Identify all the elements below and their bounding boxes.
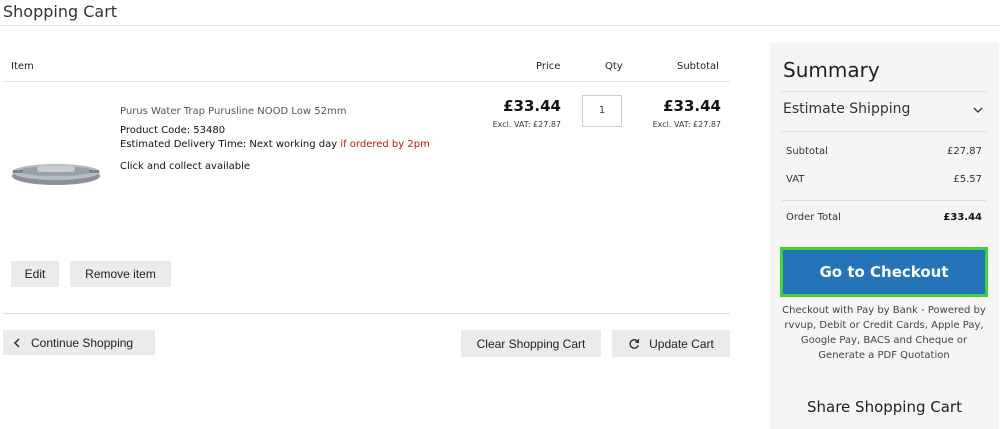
title-divider bbox=[0, 25, 1000, 26]
delivery-estimate: Estimated Delivery Time: Next working da… bbox=[120, 139, 430, 150]
refresh-icon bbox=[629, 338, 640, 349]
item-price: £33.44 bbox=[503, 97, 561, 115]
product-code: Product Code: 53480 bbox=[120, 125, 226, 136]
subtotal-label: Subtotal bbox=[786, 146, 828, 157]
order-total-label: Order Total bbox=[786, 212, 841, 223]
header-item: Item bbox=[11, 61, 34, 72]
summary-title: Summary bbox=[783, 58, 880, 82]
item-subtotal-excl-vat: Excl. VAT: £27.87 bbox=[652, 120, 721, 129]
go-to-checkout-button[interactable]: Go to Checkout bbox=[780, 247, 988, 297]
edit-button[interactable]: Edit bbox=[11, 261, 59, 287]
update-cart-label: Update Cart bbox=[649, 336, 714, 351]
delivery-estimate-text: Estimated Delivery Time: Next working da… bbox=[120, 139, 338, 150]
page-title: Shopping Cart bbox=[3, 2, 118, 21]
item-price-excl-vat: Excl. VAT: £27.87 bbox=[492, 120, 561, 129]
estimate-divider bbox=[782, 131, 986, 132]
update-cart-button[interactable]: Update Cart bbox=[612, 330, 730, 357]
cart-actions-divider bbox=[3, 313, 730, 314]
header-divider bbox=[3, 81, 730, 82]
header-subtotal: Subtotal bbox=[677, 61, 719, 72]
chevron-down-icon[interactable] bbox=[973, 105, 983, 115]
product-name-link[interactable]: Purus Water Trap Purusline NOOD Low 52mm bbox=[120, 106, 346, 117]
summary-divider bbox=[782, 91, 986, 92]
clear-cart-button[interactable]: Clear Shopping Cart bbox=[461, 330, 601, 357]
totals-divider bbox=[782, 200, 986, 201]
continue-shopping-button[interactable]: Continue Shopping bbox=[3, 330, 155, 355]
delivery-cutoff: if ordered by 2pm bbox=[340, 139, 430, 150]
order-total-value: £33.44 bbox=[943, 212, 982, 223]
item-subtotal: £33.44 bbox=[663, 97, 721, 115]
click-collect-note: Click and collect available bbox=[120, 161, 251, 172]
header-price: Price bbox=[536, 61, 561, 72]
quantity-input[interactable]: 1 bbox=[582, 95, 622, 127]
share-cart-link[interactable]: Share Shopping Cart bbox=[770, 398, 999, 416]
chevron-left-icon bbox=[13, 337, 20, 348]
estimate-shipping-toggle[interactable]: Estimate Shipping bbox=[783, 101, 910, 117]
header-qty: Qty bbox=[605, 61, 623, 72]
product-thumbnail[interactable] bbox=[9, 158, 103, 190]
summary-panel: Summary Estimate Shipping Subtotal £27.8… bbox=[770, 43, 999, 429]
remove-item-button[interactable]: Remove item bbox=[70, 261, 171, 287]
subtotal-value: £27.87 bbox=[947, 146, 982, 157]
continue-shopping-label: Continue Shopping bbox=[31, 335, 134, 350]
vat-value: £5.57 bbox=[953, 174, 982, 185]
payment-methods-note: Checkout with Pay by Bank - Powered by r… bbox=[782, 305, 986, 361]
vat-label: VAT bbox=[786, 174, 805, 185]
